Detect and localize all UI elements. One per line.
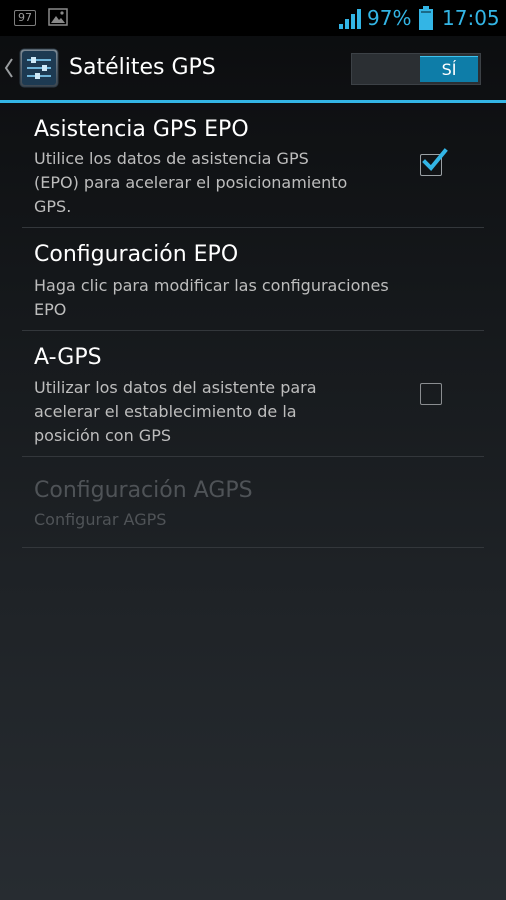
pref-summary-line: acelerar el establecimiento de la [34, 402, 297, 421]
pref-configuracion-epo[interactable]: Configuración EPO Haga clic para modific… [22, 228, 484, 331]
clock: 17:05 [442, 6, 500, 30]
pref-summary: Utilice los datos de asistencia GPS (EPO… [34, 147, 347, 219]
action-bar: Satélites GPS SÍ [0, 36, 506, 100]
list-divider [22, 547, 484, 548]
pref-summary-line: Utilice los datos de asistencia GPS [34, 149, 309, 168]
up-navigation-button[interactable] [0, 36, 66, 100]
switch-thumb-on[interactable]: SÍ [420, 56, 478, 82]
epo-checkbox[interactable] [420, 148, 448, 176]
sliders-settings-icon [19, 48, 59, 88]
pref-title: A-GPS [34, 345, 102, 370]
pref-summary-line: posición con GPS [34, 426, 171, 445]
status-bar: 97 97% 17:05 [0, 0, 506, 36]
battery-icon [418, 6, 434, 34]
master-switch[interactable]: SÍ [351, 53, 481, 85]
pref-configuracion-agps: Configuración AGPS Configurar AGPS [22, 457, 484, 548]
notification-badge: 97 [14, 10, 36, 26]
pref-summary-line: Utilizar los datos del asistente para [34, 378, 317, 397]
pref-summary-line: GPS. [34, 197, 72, 216]
check-icon [420, 146, 448, 178]
pref-summary: Haga clic para modificar las configuraci… [34, 274, 389, 322]
pref-summary: Utilizar los datos del asistente para ac… [34, 376, 317, 448]
chevron-left-icon [4, 58, 14, 82]
pref-title: Configuración AGPS [34, 478, 253, 503]
pref-summary: Configurar AGPS [34, 508, 166, 532]
image-icon [48, 8, 68, 30]
agps-checkbox[interactable] [420, 383, 442, 405]
battery-percent: 97% [367, 6, 412, 30]
screen: 97 97% 17:05 Satélites GPS SÍ Asistencia… [0, 0, 506, 900]
pref-title: Asistencia GPS EPO [34, 117, 249, 142]
pref-summary-line: Configurar AGPS [34, 510, 167, 529]
pref-a-gps[interactable]: A-GPS Utilizar los datos del asistente p… [22, 331, 484, 457]
pref-summary-line: (EPO) para acelerar el posicionamiento [34, 173, 348, 192]
page-title: Satélites GPS [69, 55, 216, 80]
pref-summary-line: Haga clic para modificar las configuraci… [34, 276, 389, 295]
signal-bars-icon [338, 8, 362, 34]
pref-summary-line: EPO [34, 300, 67, 319]
pref-title: Configuración EPO [34, 242, 239, 267]
pref-asistencia-gps-epo[interactable]: Asistencia GPS EPO Utilice los datos de … [22, 103, 484, 228]
